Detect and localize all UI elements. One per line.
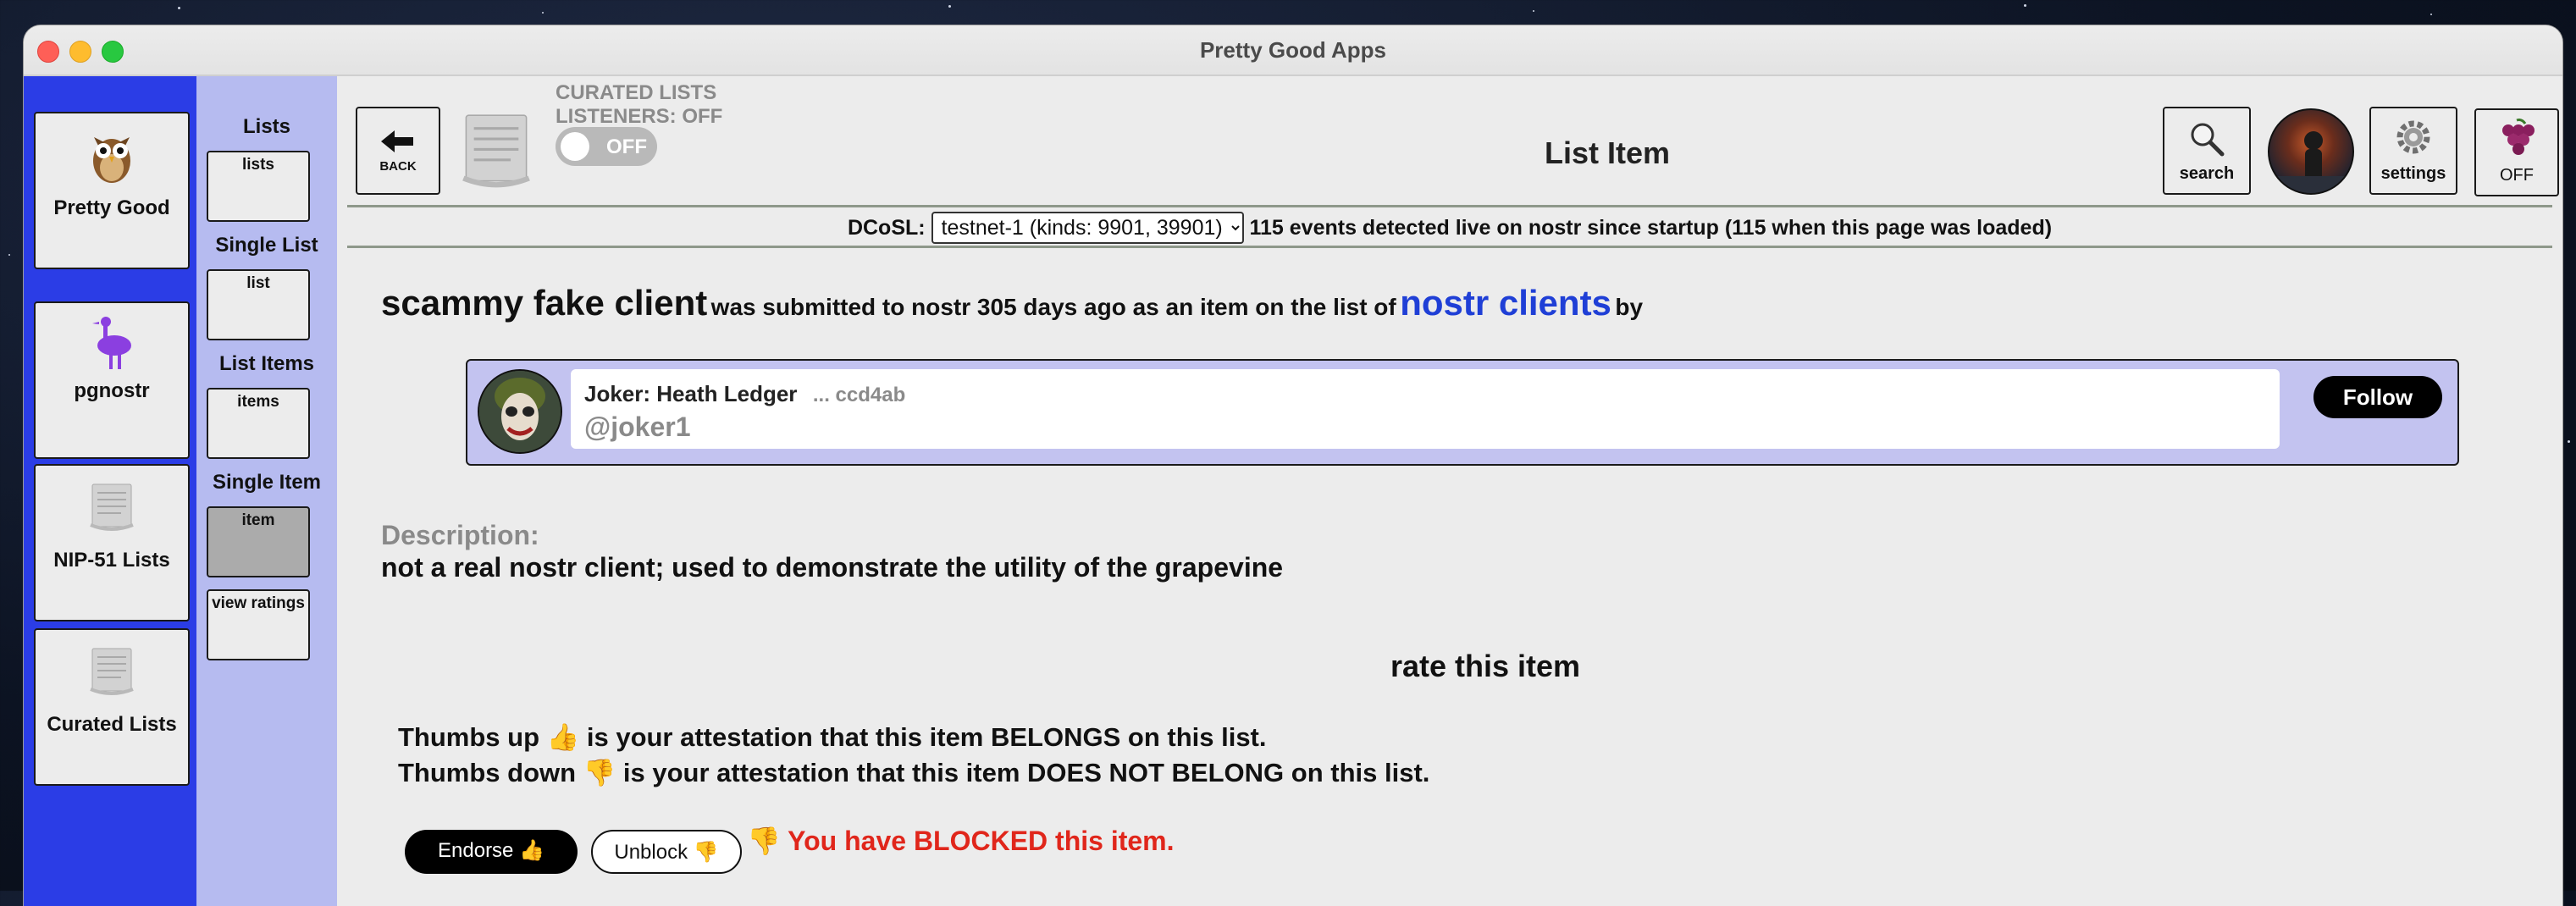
subnav-tile-item[interactable]: item bbox=[207, 506, 310, 577]
header-divider bbox=[347, 205, 2552, 207]
thumbs-up-explanation: Thumbs up 👍 is your attestation that thi… bbox=[398, 722, 1267, 752]
settings-button[interactable]: settings bbox=[2369, 107, 2457, 195]
app-tile-label: NIP-51 Lists bbox=[53, 549, 170, 572]
search-button[interactable]: search bbox=[2163, 107, 2251, 195]
item-heading: scammy fake client was submitted to nost… bbox=[381, 283, 1643, 323]
listeners-label: LISTENERS: OFF bbox=[556, 105, 723, 128]
app-sidebar: Pretty Good pgnostr NIP-51 Lists Curated… bbox=[24, 76, 196, 906]
app-tile-curated-lists[interactable]: Curated Lists bbox=[34, 628, 190, 786]
author-display-name: Joker: Heath Ledger bbox=[584, 381, 798, 406]
scroll-icon bbox=[90, 648, 134, 695]
listeners-toggle[interactable]: OFF bbox=[556, 127, 657, 166]
author-name-row: Joker: Heath Ledger ... ccd4ab bbox=[584, 381, 905, 407]
subnav-tile-view-ratings[interactable]: view ratings bbox=[207, 589, 310, 660]
joker-portrait-icon bbox=[479, 371, 561, 452]
dcosl-bar: DCoSL: testnet-1 (kinds: 9901, 39901) 11… bbox=[337, 210, 2562, 246]
thumbs-down-explanation: Thumbs down 👎 is your attestation that t… bbox=[398, 758, 1430, 787]
author-card: Joker: Heath Ledger ... ccd4ab @joker1 F… bbox=[466, 359, 2459, 466]
endorse-button[interactable]: Endorse 👍 bbox=[405, 830, 578, 874]
blocked-status: 👎 You have BLOCKED this item. bbox=[747, 826, 1175, 856]
subnav-tile-list[interactable]: list bbox=[207, 269, 310, 340]
subnav-heading-single-item: Single Item bbox=[212, 471, 322, 494]
app-tile-label: Curated Lists bbox=[47, 713, 177, 736]
back-arrow-icon bbox=[381, 130, 413, 152]
author-info-panel: Joker: Heath Ledger ... ccd4ab @joker1 bbox=[571, 369, 2280, 449]
toggle-label: OFF bbox=[606, 135, 647, 158]
grapevine-label: OFF bbox=[2500, 166, 2534, 185]
toggle-knob bbox=[561, 132, 589, 161]
subnav-tile-lists[interactable]: lists bbox=[207, 151, 310, 222]
rate-heading: rate this item bbox=[1390, 649, 1581, 683]
app-tile-label: Pretty Good bbox=[53, 196, 170, 219]
by-text: by bbox=[1615, 294, 1644, 320]
owl-icon bbox=[93, 137, 130, 183]
avatar-silhouette bbox=[2269, 131, 2352, 193]
listeners-status: CURATED LISTS LISTENERS: OFF bbox=[556, 81, 722, 129]
main-content: BACK CURATED LISTS LISTENERS: OFF OFF Li… bbox=[337, 76, 2562, 906]
search-label: search bbox=[2179, 164, 2235, 183]
gear-icon bbox=[2396, 120, 2430, 154]
description-label: Description: bbox=[381, 520, 539, 550]
author-avatar[interactable] bbox=[478, 369, 562, 454]
dcosl-divider bbox=[347, 246, 2552, 248]
app-tile-nip51-lists[interactable]: NIP-51 Lists bbox=[34, 464, 190, 621]
app-tile-pretty-good[interactable]: Pretty Good bbox=[34, 112, 190, 269]
unblock-button[interactable]: Unblock 👎 bbox=[591, 830, 742, 874]
author-pubkey: ... ccd4ab bbox=[812, 384, 906, 406]
description-text: not a real nostr client; used to demonst… bbox=[381, 552, 1284, 583]
scroll-icon bbox=[90, 483, 134, 531]
grapevine-button[interactable]: OFF bbox=[2474, 108, 2559, 196]
follow-button[interactable]: Follow bbox=[2313, 376, 2442, 418]
subnav-heading-list-items: List Items bbox=[218, 352, 315, 375]
subnav-heading-single-list: Single List bbox=[215, 234, 318, 257]
sub-navigation: Lists lists Single List list List Items … bbox=[196, 76, 337, 906]
list-name-link[interactable]: nostr clients bbox=[1400, 283, 1611, 323]
search-icon bbox=[2191, 123, 2225, 157]
subnav-heading-lists: Lists bbox=[242, 115, 290, 138]
curated-lists-scroll-icon bbox=[462, 114, 530, 188]
back-label: BACK bbox=[379, 159, 417, 174]
title-bar: Pretty Good Apps bbox=[24, 25, 2562, 76]
dcosl-label: DCoSL: bbox=[847, 216, 926, 240]
settings-label: settings bbox=[2380, 164, 2446, 183]
curated-lists-label: CURATED LISTS bbox=[556, 81, 717, 104]
item-name: scammy fake client bbox=[381, 283, 708, 323]
app-window: Pretty Good Apps Pretty Good pgnostr NIP… bbox=[24, 25, 2562, 906]
ostrich-icon bbox=[92, 317, 131, 369]
window-title: Pretty Good Apps bbox=[1199, 37, 1387, 63]
back-button[interactable]: BACK bbox=[356, 107, 440, 195]
app-tile-label: pgnostr bbox=[74, 379, 150, 402]
author-handle: @joker1 bbox=[584, 412, 691, 442]
item-submitted-text: was submitted to nostr 305 days ago as a… bbox=[710, 294, 1396, 320]
dcosl-status: 115 events detected live on nostr since … bbox=[1249, 216, 2053, 240]
app-tile-pgnostr[interactable]: pgnostr bbox=[34, 301, 190, 459]
user-avatar[interactable] bbox=[2268, 108, 2354, 195]
page-title: List Item bbox=[1544, 135, 1671, 170]
dcosl-select[interactable]: testnet-1 (kinds: 9901, 39901) bbox=[931, 212, 1244, 244]
subnav-tile-items[interactable]: items bbox=[207, 388, 310, 459]
grapes-icon bbox=[2502, 119, 2535, 155]
